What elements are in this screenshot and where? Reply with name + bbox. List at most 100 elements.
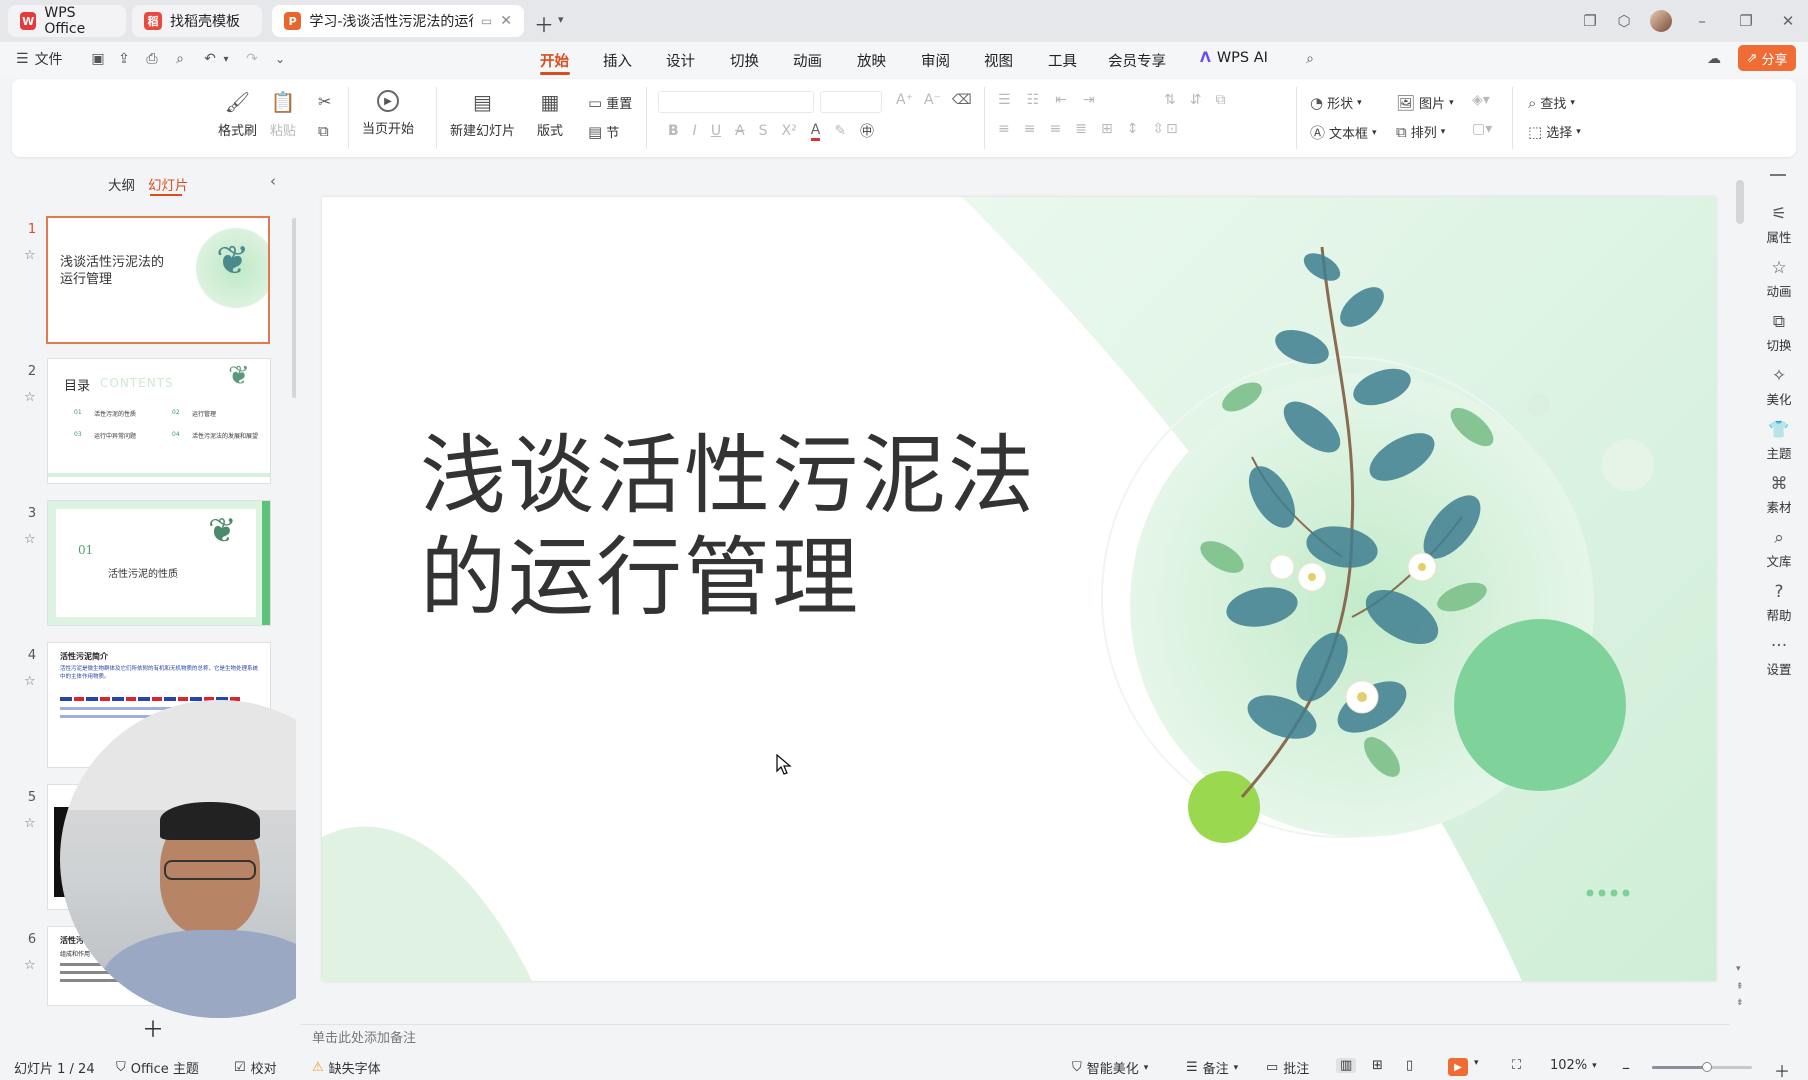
scroll-down-icon[interactable]: ▾ [1736, 964, 1741, 974]
settings-button[interactable]: ··· 设置 [1750, 636, 1808, 678]
distribute-icon[interactable]: ⊞ [1101, 121, 1113, 137]
tab-tools[interactable]: 工具 [1048, 50, 1077, 71]
zoom-select[interactable]: 102% ▾ [1550, 1058, 1597, 1073]
print-icon[interactable]: ⎙ [142, 49, 162, 69]
library-button[interactable]: ⌕ 文库 [1750, 528, 1808, 570]
tab-view[interactable]: 视图 [984, 50, 1013, 71]
copy-icon[interactable]: ⧉ [318, 122, 329, 140]
highlight-icon[interactable]: ✎ [834, 123, 846, 139]
bold-icon[interactable]: B [668, 123, 679, 139]
redo-icon[interactable]: ↷ [242, 49, 262, 69]
notes-button[interactable]: ☰ 备注 ▾ [1186, 1058, 1238, 1077]
font-size-select[interactable] [820, 91, 882, 113]
missing-font-status[interactable]: ⚠ 缺失字体 [312, 1058, 381, 1077]
outline-icon[interactable]: ▢▾ [1472, 121, 1492, 137]
star-icon[interactable]: ☆ [24, 674, 36, 689]
textbox-align-icon[interactable]: ⊡ [1166, 121, 1178, 137]
tab-home[interactable]: 开始 [540, 50, 569, 71]
slide-title[interactable]: 浅谈活性污泥法 的运行管理 [420, 425, 1036, 629]
shape-button[interactable]: ◔ 形状 ▾ [1310, 93, 1362, 113]
file-menu[interactable]: ☰ 文件 [16, 49, 63, 69]
font-color-icon[interactable]: A [810, 122, 821, 141]
tab-current-document[interactable]: P 学习-浅谈活性污泥法的运行管 ▭ ✕ [272, 5, 524, 37]
decrease-font-icon[interactable]: A⁻ [924, 92, 941, 108]
tab-template[interactable]: 稻 找稻壳模板 [132, 5, 262, 37]
transition-button[interactable]: ⧉ 切换 [1750, 312, 1808, 354]
tab-outline[interactable]: 大纲 [108, 174, 135, 194]
star-icon[interactable]: ☆ [24, 958, 36, 973]
canvas-scrollbar[interactable] [1736, 162, 1744, 1012]
slideshow-dropdown-icon[interactable]: ▾ [1474, 1058, 1479, 1068]
text-direction-icon[interactable]: ⇅ [1164, 92, 1176, 108]
tab-member[interactable]: 会员专享 [1108, 50, 1166, 71]
beautify-button[interactable]: ✧ 美化 [1750, 366, 1808, 408]
star-icon[interactable]: ☆ [24, 390, 36, 405]
align-right-icon[interactable]: ≡ [1049, 121, 1061, 137]
justify-icon[interactable]: ≣ [1075, 121, 1087, 137]
zoom-slider[interactable] [1652, 1062, 1752, 1072]
notes-pane[interactable]: 单击此处添加备注 [300, 1024, 1730, 1048]
zoom-out-icon[interactable]: – [1622, 1058, 1630, 1077]
format-painter-button[interactable]: 🖌 格式刷 [218, 90, 257, 139]
slideshow-play-icon[interactable]: ▶ [1448, 1058, 1468, 1076]
close-icon[interactable]: ✕ [500, 13, 512, 29]
save-icon[interactable]: ▣ [88, 49, 108, 69]
window-close-icon[interactable]: ✕ [1776, 10, 1800, 32]
scissors-icon[interactable]: ✂ [318, 92, 331, 111]
tab-wps-office[interactable]: W WPS Office [8, 5, 126, 37]
increase-font-icon[interactable]: A⁺ [896, 92, 913, 108]
slide-thumbnail-2[interactable]: ❦ 目录 CONTENTS 01 活性污泥的性质 02 运行管理 03 运行中异… [47, 358, 271, 484]
tab-insert[interactable]: 插入 [603, 50, 632, 71]
tab-review[interactable]: 审阅 [921, 50, 950, 71]
number-list-icon[interactable]: ☷ [1027, 92, 1040, 108]
superscript-icon[interactable]: X² [782, 123, 797, 139]
tab-wps-ai[interactable]: Λ WPS AI [1200, 50, 1268, 66]
strikethrough-icon[interactable]: A [735, 123, 745, 139]
tab-transition[interactable]: 切换 [730, 50, 759, 71]
star-icon[interactable]: ☆ [24, 532, 36, 547]
outdent-icon[interactable]: ⇤ [1055, 92, 1067, 108]
zoom-in-icon[interactable]: ＋ [1774, 1058, 1790, 1080]
window-layout-icon[interactable]: ❐ [1578, 10, 1602, 32]
tab-slides[interactable]: 幻灯片 [148, 174, 189, 194]
new-slide-button[interactable]: ▤ 新建幻灯片 [450, 90, 515, 139]
slide-thumbnail-3[interactable]: ❦ 01 活性污泥的性质 [47, 500, 271, 626]
reset-button[interactable]: ▭ 重置 [588, 93, 632, 113]
indent-icon[interactable]: ⇥ [1083, 92, 1095, 108]
share-button[interactable]: ⇗ 分享 [1738, 45, 1796, 71]
convert-icon[interactable]: ⧉ [1215, 92, 1225, 108]
arrange-button[interactable]: ⧉ 排列 ▾ [1396, 122, 1445, 142]
cloud-upload-icon[interactable]: ☁ [1704, 49, 1724, 69]
slide-thumbnail-1[interactable]: ❦ 浅谈活性污泥法的运行管理 [46, 216, 270, 344]
print-preview-icon[interactable]: ⌕ [170, 49, 190, 69]
line-spacing-icon[interactable]: ↕ [1127, 121, 1139, 137]
select-button[interactable]: ⬚ 选择 ▾ [1528, 122, 1581, 142]
next-slide-icon[interactable]: ⇟ [1736, 998, 1744, 1008]
avatar[interactable] [1650, 10, 1672, 32]
search-icon[interactable]: ⌕ [1300, 49, 1320, 69]
properties-button[interactable]: ⚟ 属性 [1750, 204, 1808, 246]
reading-view-icon[interactable]: ▯ [1406, 1058, 1413, 1073]
minimize-icon[interactable]: – [1690, 10, 1714, 32]
tab-animation[interactable]: 动画 [793, 50, 822, 71]
align-left-icon[interactable]: ≡ [998, 121, 1010, 137]
collapse-icon[interactable] [1770, 174, 1786, 176]
play-current-button[interactable]: ▶ 当页开始 [362, 90, 414, 137]
align-center-icon[interactable]: ≡ [1024, 121, 1036, 137]
assets-button[interactable]: ⌘ 素材 [1750, 474, 1808, 516]
slide-1[interactable]: 浅谈活性污泥法 的运行管理 [322, 197, 1716, 981]
prev-slide-icon[interactable]: ⇞ [1736, 982, 1744, 992]
tab-design[interactable]: 设计 [666, 50, 695, 71]
bullet-list-icon[interactable]: ☰ [998, 92, 1011, 108]
star-icon[interactable]: ☆ [24, 248, 36, 263]
fill-icon[interactable]: ◈▾ [1472, 92, 1490, 108]
scroll-thumb[interactable] [1736, 180, 1744, 224]
restore-icon[interactable]: ❐ [1734, 10, 1758, 32]
textbox-button[interactable]: Ⓐ 文本框 ▾ [1310, 122, 1377, 143]
animation-button[interactable]: ☆ 动画 [1750, 258, 1808, 300]
chevron-down-icon[interactable]: ▾ [558, 13, 564, 26]
shadow-icon[interactable]: S [759, 123, 768, 139]
normal-view-icon[interactable]: ▥ [1336, 1058, 1357, 1073]
proof-status[interactable]: ☑ 校对 [234, 1058, 277, 1077]
para-spacing-icon[interactable]: ⇳ [1152, 121, 1164, 137]
